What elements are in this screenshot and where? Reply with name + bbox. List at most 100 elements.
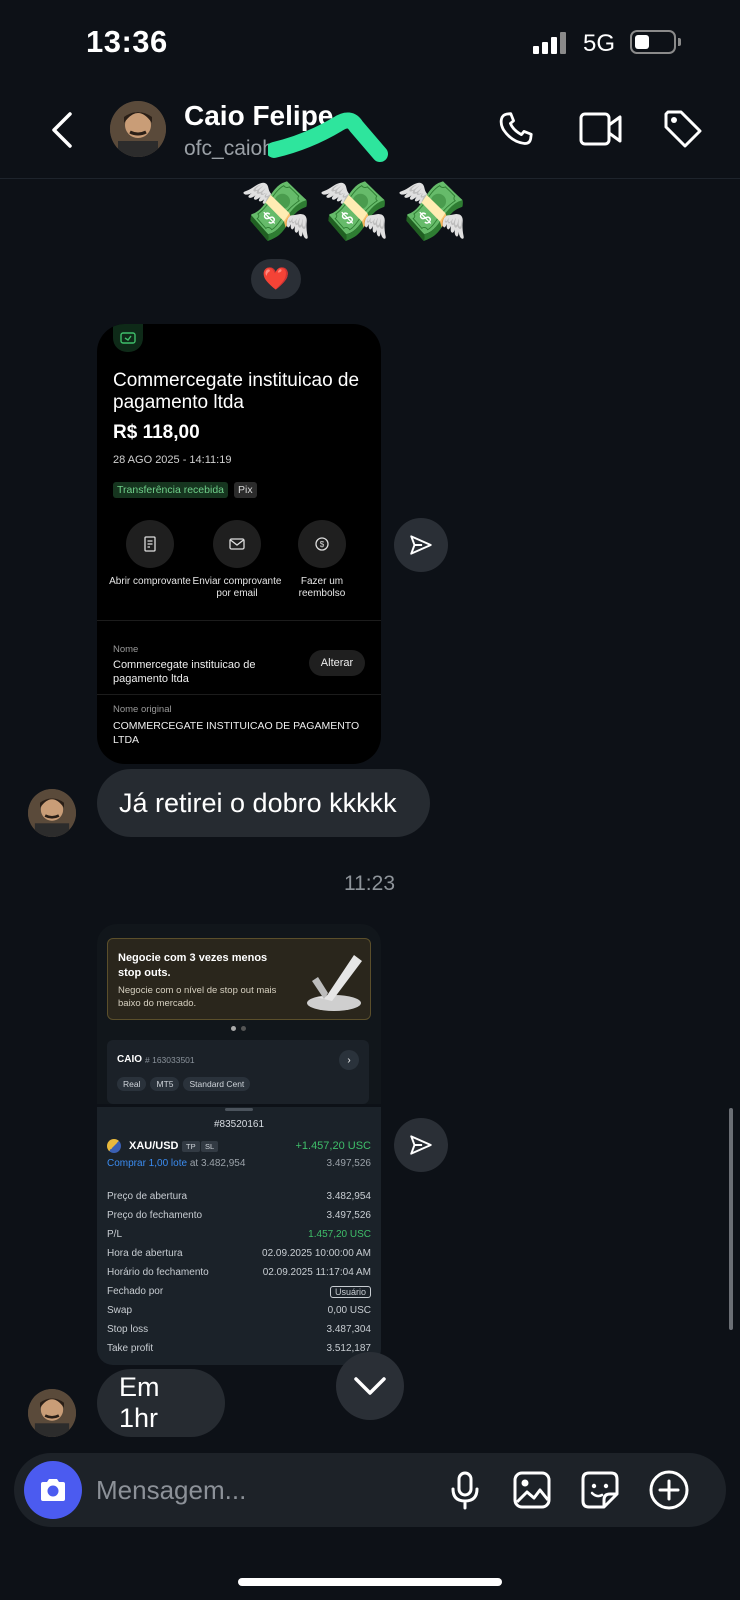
detail-value: Usuário [329,1286,371,1298]
sticker-icon[interactable] [580,1470,620,1515]
message-text: Já retirei o dobro kkkkk [119,787,397,818]
receipt-icon [113,324,143,352]
microphone-icon[interactable] [448,1470,482,1515]
share-button[interactable] [394,1118,448,1172]
message-text: Em 1hr [119,1372,160,1433]
avatar[interactable] [28,1389,76,1437]
detail-value: 3.497,526 [326,1210,372,1221]
detail-row: P/L 1.457,20 USC [107,1229,371,1240]
message-bubble[interactable]: Em 1hr [97,1369,225,1437]
promo-banner: Negocie com 3 vezes menos stop outs. Neg… [107,938,371,1020]
send-icon [410,1135,432,1155]
edit-name-button[interactable]: Alterar [309,650,365,676]
chevron-down-icon [354,1377,386,1395]
trading-screenshot-card[interactable]: Negocie com 3 vezes menos stop outs. Neg… [97,924,381,1104]
status-time: 13:36 [86,24,168,59]
heart-reaction[interactable]: ❤️ [251,259,301,299]
money-emoji-message[interactable]: 💸💸💸 [240,178,475,246]
camera-icon [41,1479,65,1501]
order-line: Comprar 1,00 lote at 3.482,954 [107,1158,245,1169]
video-icon[interactable] [578,108,624,150]
battery-icon [630,30,676,54]
detail-label: Hora de abertura [107,1248,183,1259]
detail-row: Hora de abertura 02.09.2025 10:00:00 AM [107,1248,371,1259]
send-icon [410,535,432,555]
card-divider [97,620,381,621]
promo-title: Negocie com 3 vezes menos stop outs. [118,952,268,979]
profit-value: +1.457,20 USC [295,1140,371,1152]
detail-label: Fechado por [107,1286,164,1297]
trade-details-card[interactable]: #83520161 XAU/USD TP SL +1.457,20 USC Co… [97,1107,381,1365]
status-badge: Transferência recebida [113,482,228,498]
payment-receipt-card[interactable]: Commercegate instituicao de pagamento lt… [97,324,381,764]
message-bubble[interactable]: Já retirei o dobro kkkkk [97,769,430,837]
currency-flag-icon [107,1139,121,1153]
back-icon[interactable] [48,110,76,150]
detail-label: Preço do fechamento [107,1210,203,1221]
carousel-dot [231,1026,236,1031]
network-type: 5G [583,30,616,57]
name-label: Nome [113,644,139,655]
camera-button[interactable] [24,1461,82,1519]
account-tag: Standard Cent [183,1077,251,1091]
detail-value: 3.487,304 [326,1324,372,1335]
detail-value: 02.09.2025 11:17:04 AM [262,1267,371,1278]
add-icon[interactable] [648,1469,690,1516]
original-name-label: Nome original [113,704,172,715]
chevron-right-icon[interactable]: › [339,1050,359,1070]
detail-label: P/L [107,1229,123,1240]
current-price: 3.497,526 [326,1158,372,1169]
tag-icon[interactable] [662,108,704,150]
open-receipt-label: Abrir comprovante [109,576,191,587]
detail-value: 02.09.2025 10:00:00 AM [262,1248,371,1259]
detail-row: Take profit 3.512,187 [107,1343,371,1354]
email-receipt-label: Enviar comprovante por email [192,576,282,599]
gallery-icon[interactable] [512,1470,552,1515]
avatar[interactable] [110,101,166,157]
email-receipt-action[interactable]: Enviar comprovante por email [192,520,282,600]
method-badge: Pix [234,482,257,498]
battery-tip [678,38,681,46]
scrollbar[interactable] [729,1108,733,1330]
detail-value: 0,00 USC [327,1305,371,1316]
detail-label: Preço de abertura [107,1191,188,1202]
sl-tag: SL [201,1141,219,1152]
order-desc: Comprar 1,00 lote [107,1158,188,1169]
phone-icon[interactable] [495,108,537,150]
carousel-dot [241,1026,246,1031]
contact-username[interactable]: ofc_caioh [184,137,274,161]
message-timestamp: 11:23 [344,872,395,895]
detail-label: Stop loss [107,1324,149,1335]
refund-icon: $ [298,520,346,568]
scroll-to-bottom-button[interactable] [336,1352,404,1420]
detail-row: Horário do fechamento 02.09.2025 11:17:04… [107,1267,371,1278]
detail-row: Swap 0,00 USC [107,1305,371,1316]
account-card: CAIO # 163033501 › Real MT5 Standard Cent [107,1040,369,1104]
original-name-value: COMMERCEGATE INSTITUICAO DE PAGAMENTO LT… [113,720,360,746]
detail-row: Fechado por Usuário [107,1286,371,1298]
redaction-scribble [268,112,388,162]
symbol: XAU/USD [129,1140,179,1152]
account-tag: MT5 [150,1077,180,1091]
svg-text:$: $ [320,540,325,549]
refund-action[interactable]: $ Fazer um reembolso [277,520,367,600]
message-composer: Mensagem... [14,1453,726,1527]
detail-label: Swap [107,1305,133,1316]
signal-icon [533,30,573,54]
account-name: CAIO [117,1054,142,1065]
payee-title: Commercegate instituicao de pagamento lt… [113,370,360,413]
tp-tag: TP [182,1141,200,1152]
avatar[interactable] [28,789,76,837]
checkmark-trophy-icon [307,955,362,1011]
detail-label: Take profit [107,1343,154,1354]
account-tag: Real [117,1077,147,1091]
message-input[interactable]: Mensagem... [96,1475,246,1506]
detail-value: 3.482,954 [326,1191,372,1202]
card-divider [97,694,381,695]
share-button[interactable] [394,518,448,572]
open-receipt-action[interactable]: Abrir comprovante [105,520,195,588]
detail-row: Stop loss 3.487,304 [107,1324,371,1335]
order-id: #83520161 [213,1119,265,1130]
detail-row: Preço de abertura 3.482,954 [107,1191,371,1202]
sheet-handle [225,1108,253,1111]
